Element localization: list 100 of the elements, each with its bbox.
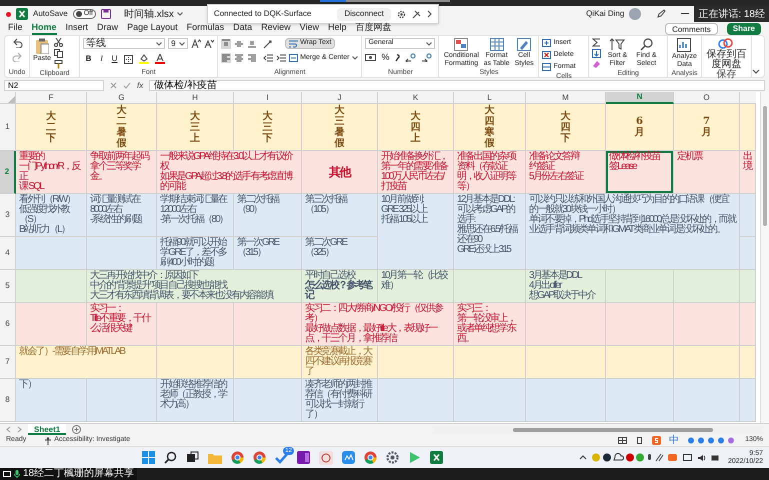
menu-tab[interactable]: 百度网盘 xyxy=(356,22,392,35)
left-align-icon[interactable] xyxy=(221,53,232,63)
add-sheet-icon[interactable] xyxy=(72,425,82,434)
mid-align-icon[interactable] xyxy=(234,38,244,48)
decrease-decimal-icon[interactable] xyxy=(420,53,432,62)
caret-icon[interactable] xyxy=(179,42,186,46)
tray-icons[interactable] xyxy=(592,453,678,462)
fill-down-icon[interactable] xyxy=(592,49,602,58)
browser-icon[interactable] xyxy=(364,451,377,464)
disconnect-button[interactable]: Disconnect xyxy=(337,8,391,20)
comma-icon[interactable] xyxy=(394,53,400,62)
borders-icon[interactable] xyxy=(124,54,134,64)
column-header[interactable]: L xyxy=(454,92,526,104)
row-header[interactable]: 7 xyxy=(0,346,16,379)
increase-indent-icon[interactable] xyxy=(276,53,286,63)
task-view-icon[interactable] xyxy=(186,451,199,464)
underline-button[interactable]: U xyxy=(111,53,118,65)
vertical-scrollbar[interactable] xyxy=(760,92,769,423)
column-header[interactable]: I xyxy=(234,92,302,104)
bot-align-icon[interactable] xyxy=(247,38,258,48)
increase-decimal-icon[interactable] xyxy=(404,53,416,62)
file-name-button[interactable]: 时间轴.xlsx xyxy=(124,6,183,22)
copy-icon[interactable] xyxy=(54,49,64,58)
chevron-up-icon[interactable] xyxy=(578,455,587,460)
pen-icon[interactable] xyxy=(656,9,666,19)
row-header[interactable]: 4 xyxy=(0,237,16,270)
save-icon[interactable] xyxy=(100,9,111,19)
minimize-icon[interactable] xyxy=(681,13,690,15)
battery-icon[interactable] xyxy=(710,454,720,462)
name-box[interactable]: N2 xyxy=(4,80,104,91)
row-header[interactable]: 8 xyxy=(0,379,16,422)
currency-icon[interactable] xyxy=(365,53,376,62)
sheet-tab[interactable]: Sheet1 xyxy=(28,424,66,435)
ime-logo-icon[interactable] xyxy=(652,436,662,445)
confirm-icon[interactable] xyxy=(123,82,131,89)
font-color-icon[interactable] xyxy=(155,54,166,64)
formula-field[interactable]: 做体检/补疫苗 xyxy=(149,80,765,91)
format-painter-icon[interactable] xyxy=(54,60,64,69)
cancel-icon[interactable] xyxy=(110,82,117,89)
menu-tab[interactable]: Formulas xyxy=(186,22,224,35)
top-align-icon[interactable] xyxy=(221,38,232,48)
font-name-field[interactable]: 等线 xyxy=(83,38,166,49)
font-size-field[interactable]: 9 xyxy=(168,38,188,49)
menu-tab[interactable]: File xyxy=(8,22,23,35)
settings-icon[interactable] xyxy=(386,451,399,464)
settings-icon[interactable] xyxy=(396,10,406,18)
column-header[interactable]: J xyxy=(302,92,378,104)
percent-button[interactable]: % xyxy=(381,53,390,62)
eraser-icon[interactable] xyxy=(592,60,602,69)
row-header[interactable]: 5 xyxy=(0,270,16,303)
share-button[interactable]: Share xyxy=(726,22,761,34)
menu-tab[interactable]: Data xyxy=(233,22,252,35)
undo-icon[interactable] xyxy=(12,38,23,48)
bold-button[interactable]: B xyxy=(85,53,92,65)
column-header[interactable]: K xyxy=(378,92,454,104)
normal-view-icon[interactable] xyxy=(618,437,628,444)
row-header[interactable]: 3 xyxy=(0,194,16,237)
caret-icon[interactable] xyxy=(156,42,162,46)
row-header[interactable]: 6 xyxy=(0,303,16,346)
caret-icon[interactable] xyxy=(352,56,358,60)
menu-tab[interactable]: Review xyxy=(261,22,291,35)
decrease-indent-icon[interactable] xyxy=(263,53,274,63)
start-icon[interactable] xyxy=(142,451,155,464)
italic-button[interactable]: I xyxy=(98,53,106,65)
browser-icon[interactable] xyxy=(230,451,244,464)
speaker-icon[interactable] xyxy=(696,454,706,462)
cut-icon[interactable] xyxy=(54,38,64,47)
next-sheet-icon[interactable] xyxy=(17,426,22,433)
previous-sheet-icon[interactable] xyxy=(6,426,11,433)
decrease-font-icon[interactable] xyxy=(204,39,214,48)
column-header[interactable]: O xyxy=(674,92,740,104)
app-icon[interactable] xyxy=(342,451,355,464)
autosum-icon[interactable] xyxy=(592,38,602,47)
app-icon[interactable] xyxy=(318,450,333,464)
column-header[interactable]: G xyxy=(87,92,157,104)
menu-tab[interactable]: Draw xyxy=(97,22,118,35)
column-header[interactable]: F xyxy=(16,92,87,104)
search-icon[interactable] xyxy=(164,451,177,464)
comments-button[interactable]: Comments xyxy=(665,22,718,34)
ime-mode[interactable]: 中 xyxy=(669,436,680,446)
caret-icon[interactable] xyxy=(176,12,183,16)
menu-tab[interactable]: View xyxy=(300,22,320,35)
menu-tab[interactable]: Insert xyxy=(66,22,88,35)
menu-tab[interactable]: Page Layout xyxy=(127,22,178,35)
notebook-app-icon[interactable] xyxy=(296,451,310,464)
browser-icon[interactable] xyxy=(252,451,266,464)
chevron-icon[interactable] xyxy=(426,10,432,18)
column-header[interactable]: H xyxy=(157,92,234,104)
increase-font-icon[interactable] xyxy=(191,39,202,48)
excel-logo-icon[interactable] xyxy=(430,451,443,464)
column-header[interactable]: M xyxy=(526,92,606,104)
center-align-icon[interactable] xyxy=(234,53,244,63)
menu-tab[interactable]: Help xyxy=(328,22,347,35)
page-layout-view-icon[interactable] xyxy=(635,437,644,444)
caret-icon[interactable] xyxy=(426,42,432,46)
row-header[interactable]: 1 xyxy=(0,104,16,151)
network-icon[interactable] xyxy=(682,454,692,462)
save-to-cloud-button[interactable]: 保存到百度网盘 xyxy=(704,38,748,70)
fill-color-icon[interactable] xyxy=(139,54,150,64)
right-align-icon[interactable] xyxy=(247,53,258,63)
